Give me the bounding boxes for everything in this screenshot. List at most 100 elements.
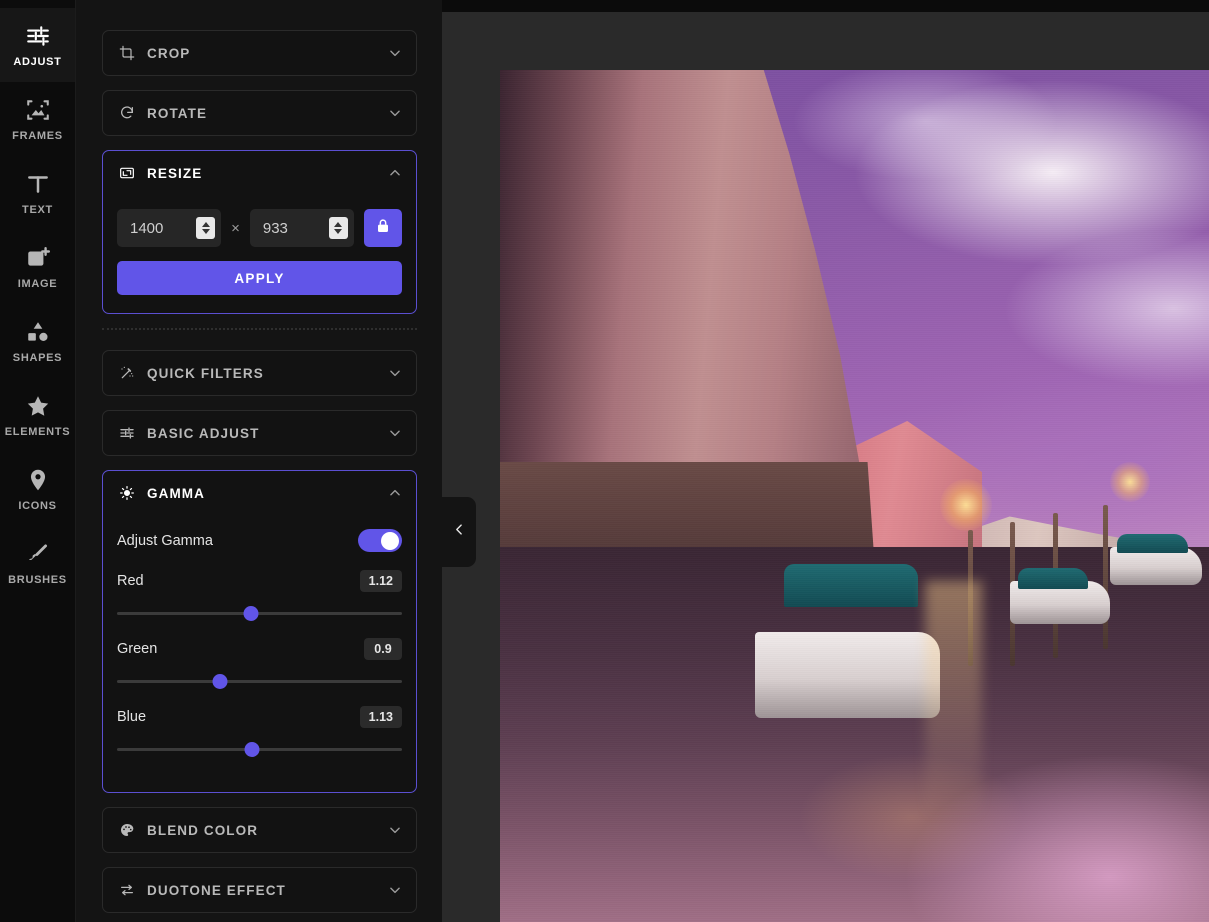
rail-item-brushes[interactable]: BRUSHES (0, 526, 75, 600)
section-gamma: GAMMA Adjust Gamma Red 1.12 Green 0.9 Bl… (102, 470, 417, 793)
slider-red-thumb[interactable] (243, 606, 259, 621)
image-editor-app: ADJUST FRAMES TEXT IMAGE SHAPES ELEMENTS… (0, 0, 1209, 922)
resize-dimensions-row: × (117, 209, 402, 247)
image-boat-3-canopy (1116, 534, 1188, 554)
section-rotate-header[interactable]: ROTATE (103, 91, 416, 135)
slider-blue: Blue 1.13 (117, 706, 402, 758)
section-blend-color-title: BLEND COLOR (147, 822, 259, 838)
image-boat-main (755, 632, 940, 718)
height-input[interactable] (262, 219, 329, 237)
chevron-down-icon[interactable] (388, 366, 402, 380)
adjust-gamma-row: Adjust Gamma (117, 529, 402, 552)
slider-red-track[interactable] (117, 604, 402, 622)
frame-image-icon (25, 97, 51, 123)
image-street-lamp-2 (1109, 461, 1150, 502)
panel-collapse-handle[interactable] (442, 497, 476, 567)
slider-red-bar (117, 612, 402, 615)
section-basic-adjust-header[interactable]: BASIC ADJUST (103, 411, 416, 455)
resize-icon (119, 165, 135, 181)
section-rotate: ROTATE (102, 90, 417, 136)
map-pin-icon (25, 467, 51, 493)
aspect-ratio-lock-button[interactable] (363, 209, 402, 247)
slider-blue-thumb[interactable] (244, 742, 260, 757)
top-strip (442, 0, 1209, 12)
rail-label-elements: ELEMENTS (4, 425, 71, 438)
slider-blue-label: Blue (117, 709, 147, 725)
chevron-down-icon[interactable] (388, 883, 402, 897)
rail-item-shapes[interactable]: SHAPES (0, 304, 75, 378)
width-field[interactable] (117, 209, 222, 247)
slider-green-label: Green (117, 641, 158, 657)
tool-rail: ADJUST FRAMES TEXT IMAGE SHAPES ELEMENTS… (0, 0, 76, 922)
rail-label-adjust: ADJUST (13, 55, 62, 68)
slider-red-header: Red 1.12 (117, 570, 402, 592)
section-gamma-title: GAMMA (147, 485, 205, 501)
chevron-down-icon[interactable] (388, 426, 402, 440)
image-mooring-pole-4 (1102, 504, 1108, 650)
slider-green: Green 0.9 (117, 638, 402, 690)
text-t-icon (25, 171, 51, 197)
width-input[interactable] (130, 219, 197, 237)
section-crop: CROP (102, 30, 417, 76)
section-duotone-effect: DUOTONE EFFECT (102, 867, 417, 913)
section-resize-title: RESIZE (147, 165, 203, 181)
section-blend-color: BLEND COLOR (102, 807, 417, 853)
star-icon (25, 393, 51, 419)
section-blend-color-header[interactable]: BLEND COLOR (103, 808, 416, 852)
section-duotone-effect-title: DUOTONE EFFECT (147, 882, 286, 898)
rail-item-text[interactable]: TEXT (0, 156, 75, 230)
slider-blue-header: Blue 1.13 (117, 706, 402, 728)
dimension-separator: × (231, 219, 240, 237)
slider-green-header: Green 0.9 (117, 638, 402, 660)
rail-item-elements[interactable]: ELEMENTS (0, 378, 75, 452)
section-quick-filters-header[interactable]: QUICK FILTERS (103, 351, 416, 395)
swap-arrows-icon (119, 882, 135, 898)
slider-green-value: 0.9 (364, 638, 402, 660)
chevron-down-icon[interactable] (388, 106, 402, 120)
section-gamma-header[interactable]: GAMMA (103, 471, 416, 515)
adjust-gamma-label: Adjust Gamma (117, 532, 213, 549)
lock-closed-icon (375, 218, 391, 239)
section-quick-filters: QUICK FILTERS (102, 350, 417, 396)
rotate-icon (119, 105, 135, 121)
rail-item-frames[interactable]: FRAMES (0, 82, 75, 156)
rail-item-adjust[interactable]: ADJUST (0, 8, 75, 82)
image-plus-icon (25, 245, 51, 271)
chevron-down-icon[interactable] (388, 46, 402, 60)
rail-label-shapes: SHAPES (12, 351, 63, 364)
section-resize-body: × APPLY (103, 195, 416, 313)
section-crop-header[interactable]: CROP (103, 31, 416, 75)
height-stepper[interactable] (328, 217, 348, 239)
slider-blue-value: 1.13 (359, 706, 402, 728)
rail-label-icons: ICONS (18, 499, 57, 512)
adjust-panel: CROP ROTATE RESIZE 1400 × 933 APPLY QUIC… (76, 0, 442, 922)
chevron-up-icon[interactable] (388, 486, 402, 500)
rail-label-brushes: BRUSHES (8, 573, 67, 586)
image-lamp-reflection (925, 581, 983, 922)
adjust-gamma-toggle[interactable] (358, 529, 402, 552)
section-duotone-effect-header[interactable]: DUOTONE EFFECT (103, 868, 416, 912)
width-stepper[interactable] (196, 217, 216, 239)
slider-green-thumb[interactable] (212, 674, 228, 689)
apply-resize-button[interactable]: APPLY (117, 261, 402, 295)
height-field[interactable] (249, 209, 354, 247)
chevron-down-icon[interactable] (388, 823, 402, 837)
section-resize: RESIZE × (102, 150, 417, 314)
sliders-icon (25, 23, 51, 49)
section-crop-title: CROP (147, 45, 191, 61)
rail-label-image: IMAGE (17, 277, 58, 290)
slider-green-track[interactable] (117, 672, 402, 690)
slider-blue-track[interactable] (117, 740, 402, 758)
rail-item-image[interactable]: IMAGE (0, 230, 75, 304)
chevron-up-icon[interactable] (388, 166, 402, 180)
section-resize-header[interactable]: RESIZE (103, 151, 416, 195)
rail-label-text: TEXT (22, 203, 53, 216)
canvas-image[interactable] (500, 70, 1209, 922)
rail-item-icons[interactable]: ICONS (0, 452, 75, 526)
image-street-lamp-1 (939, 478, 992, 531)
image-boat-2-canopy (1017, 568, 1089, 589)
section-rotate-title: ROTATE (147, 105, 208, 121)
canvas-area[interactable] (442, 0, 1209, 922)
shapes-icon (25, 319, 51, 345)
section-gamma-body: Adjust Gamma Red 1.12 Green 0.9 Blue 1.1… (103, 515, 416, 792)
